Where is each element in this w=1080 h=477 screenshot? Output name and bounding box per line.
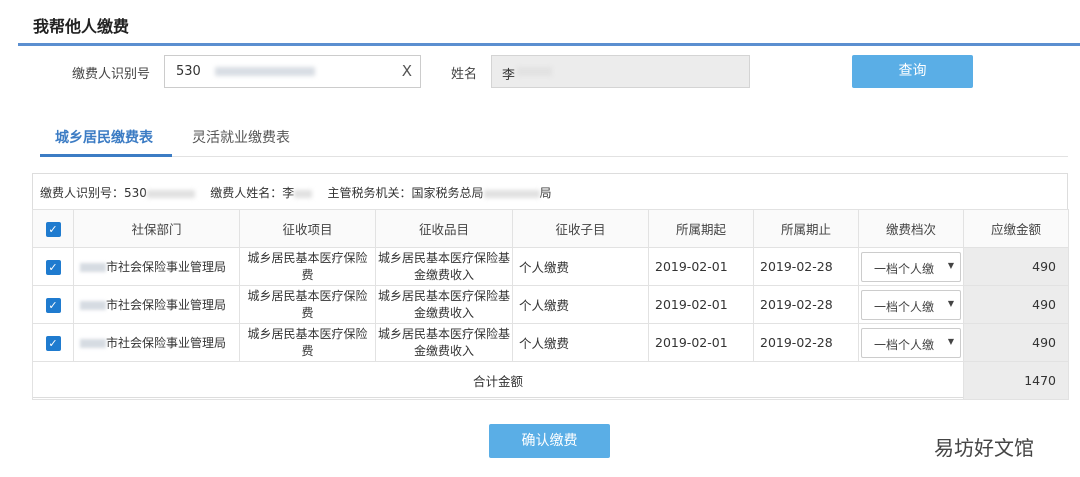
end-date-cell: 2019-02-28	[753, 247, 859, 286]
info-authority-value: 国家税务总局	[411, 186, 484, 200]
item-cell: 城乡居民基本医疗保险基金缴费收入	[375, 323, 513, 362]
subitem-cell: 个人缴费	[512, 285, 649, 324]
item-cell: 城乡居民基本医疗保险基金缴费收入	[375, 247, 513, 286]
redacted-mask	[80, 263, 106, 272]
total-row: 合计金额 1470	[32, 361, 1069, 400]
select-all-cell: ✓	[32, 209, 74, 248]
total-label: 合计金额	[32, 361, 964, 400]
active-tab-indicator	[40, 154, 172, 157]
select-all-checkbox[interactable]: ✓	[45, 221, 61, 237]
level-select-value: 一档个人缴	[874, 337, 935, 352]
table-row: ✓ 市社会保险事业管理局 城乡居民基本医疗保险费 城乡居民基本医疗保险基金缴费收…	[32, 285, 1069, 324]
info-id-value: 530	[124, 186, 147, 200]
payment-table: ✓ 社保部门 征收项目 征收品目 征收子目 所属期起 所属期止 缴费档次 应缴金…	[32, 209, 1069, 400]
level-select[interactable]: 一档个人缴 ▼	[861, 251, 961, 282]
tab-flexible-employment[interactable]: 灵活就业缴费表	[192, 127, 290, 147]
project-cell: 城乡居民基本医疗保险费	[239, 323, 376, 362]
tab-urban-rural[interactable]: 城乡居民缴费表	[55, 127, 153, 147]
col-header: 缴费档次	[858, 209, 964, 248]
level-select-value: 一档个人缴	[874, 299, 935, 314]
chevron-down-icon: ▼	[947, 260, 954, 270]
info-authority-label: 主管税务机关：	[327, 186, 412, 200]
start-date-cell: 2019-02-01	[648, 285, 754, 324]
page-title: 我帮他人缴费	[33, 17, 130, 36]
table-row: ✓ 市社会保险事业管理局 城乡居民基本医疗保险费 城乡居民基本医疗保险基金缴费收…	[32, 323, 1069, 362]
level-select-value: 一档个人缴	[874, 261, 935, 276]
amount-cell: 490	[963, 247, 1069, 286]
chevron-down-icon: ▼	[947, 298, 954, 308]
name-field: 李	[491, 55, 750, 88]
table-header-row: ✓ 社保部门 征收项目 征收品目 征收子目 所属期起 所属期止 缴费档次 应缴金…	[32, 209, 1069, 248]
total-amount: 1470	[963, 361, 1069, 400]
payer-info-line: 缴费人识别号：530 缴费人姓名：李 主管税务机关：国家税务总局 局	[40, 184, 552, 201]
name-value: 李	[502, 68, 516, 83]
row-checkbox[interactable]: ✓	[45, 297, 61, 313]
level-select[interactable]: 一档个人缴 ▼	[861, 289, 961, 320]
info-name-label: 缴费人姓名：	[210, 186, 283, 200]
redacted-mask	[294, 189, 313, 198]
redacted-mask	[146, 189, 195, 198]
amount-cell: 490	[963, 285, 1069, 324]
redacted-mask	[517, 67, 552, 76]
table-row: ✓ 市社会保险事业管理局 城乡居民基本医疗保险费 城乡居民基本医疗保险基金缴费收…	[32, 247, 1069, 286]
tab-divider	[40, 156, 1068, 157]
dept-cell: 市社会保险事业管理局	[106, 336, 227, 350]
name-label: 姓名	[451, 67, 478, 82]
watermark: 易坊好文馆	[934, 436, 1034, 460]
end-date-cell: 2019-02-28	[753, 323, 859, 362]
subitem-cell: 个人缴费	[512, 247, 649, 286]
col-header: 征收品目	[375, 209, 513, 248]
taxpayer-id-value: 530	[176, 64, 201, 79]
col-header: 社保部门	[73, 209, 240, 248]
chevron-down-icon: ▼	[947, 336, 954, 346]
confirm-payment-button[interactable]: 确认缴费	[489, 424, 610, 458]
query-button[interactable]: 查询	[852, 55, 973, 88]
taxpayer-id-label: 缴费人识别号	[72, 67, 151, 82]
project-cell: 城乡居民基本医疗保险费	[239, 285, 376, 324]
redacted-mask	[80, 301, 106, 310]
col-header: 征收子目	[512, 209, 649, 248]
col-header: 所属期起	[648, 209, 754, 248]
amount-cell: 490	[963, 323, 1069, 362]
info-authority-suffix: 局	[539, 186, 552, 200]
subitem-cell: 个人缴费	[512, 323, 649, 362]
dept-cell: 市社会保险事业管理局	[106, 260, 227, 274]
level-select[interactable]: 一档个人缴 ▼	[861, 327, 961, 358]
redacted-mask	[80, 339, 106, 348]
info-name-value: 李	[282, 186, 295, 200]
row-checkbox[interactable]: ✓	[45, 259, 61, 275]
clear-icon[interactable]: X	[402, 62, 412, 80]
col-header: 征收项目	[239, 209, 376, 248]
start-date-cell: 2019-02-01	[648, 323, 754, 362]
project-cell: 城乡居民基本医疗保险费	[239, 247, 376, 286]
row-checkbox[interactable]: ✓	[45, 335, 61, 351]
col-header: 应缴金额	[963, 209, 1069, 248]
end-date-cell: 2019-02-28	[753, 285, 859, 324]
item-cell: 城乡居民基本医疗保险基金缴费收入	[375, 285, 513, 324]
info-id-label: 缴费人识别号：	[40, 186, 125, 200]
title-divider	[18, 43, 1080, 46]
dept-cell: 市社会保险事业管理局	[106, 298, 227, 312]
taxpayer-id-input[interactable]: 530 X	[164, 55, 421, 88]
col-header: 所属期止	[753, 209, 859, 248]
redacted-mask	[215, 67, 315, 76]
start-date-cell: 2019-02-01	[648, 247, 754, 286]
redacted-mask	[483, 189, 540, 198]
